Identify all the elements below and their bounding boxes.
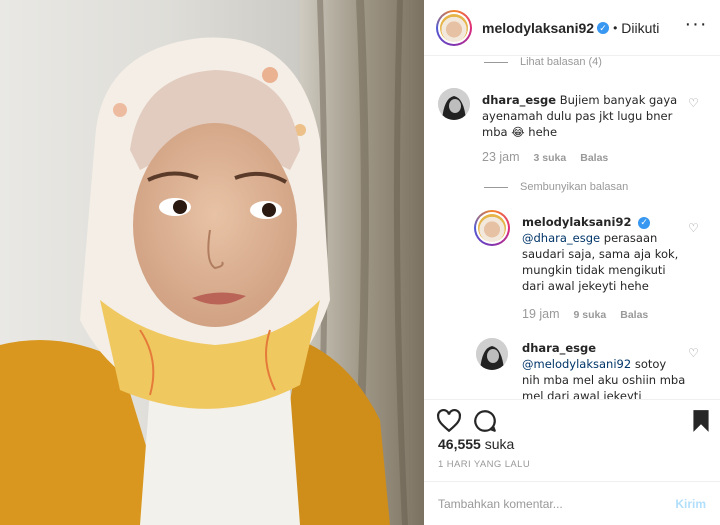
header-separator: •: [613, 20, 618, 35]
commenter-avatar[interactable]: [438, 88, 470, 120]
like-comment-heart-icon[interactable]: ♡: [688, 346, 699, 360]
bookmark-icon[interactable]: [688, 408, 714, 434]
reply-meta: 19 jam 9 suka Balas: [522, 307, 648, 321]
hide-replies-toggle[interactable]: Sembunyikan balasan: [484, 181, 628, 193]
reply-username[interactable]: melodylaksani92: [522, 215, 631, 229]
reply-button[interactable]: Balas: [620, 309, 648, 321]
action-bar: [424, 399, 720, 439]
likes-word: suka: [484, 436, 515, 452]
commenter-avatar[interactable]: [476, 338, 508, 370]
reply-likes[interactable]: 9 suka: [574, 309, 607, 321]
view-replies-toggle[interactable]: Lihat balasan (4): [484, 56, 602, 68]
follow-state-button[interactable]: Diikuti: [621, 20, 659, 36]
reply-text: dhara_esge @melodylaksani92 sotoy nih mb…: [522, 340, 686, 399]
reply-text: melodylaksani92 ✓ @dhara_esge perasaan s…: [522, 214, 686, 294]
post-comment-button[interactable]: Kirim: [675, 497, 706, 511]
comments-list[interactable]: Lihat balasan (4) dhara_esge Bujiem bany…: [424, 56, 720, 399]
likes-number: 46,555: [438, 436, 481, 452]
reply-age: 19 jam: [522, 307, 560, 321]
like-comment-heart-icon[interactable]: ♡: [688, 221, 699, 235]
mention-link[interactable]: @dhara_esge: [522, 231, 600, 245]
post-timestamp[interactable]: 1 HARI YANG LALU: [438, 459, 530, 470]
reply-button[interactable]: Balas: [580, 152, 608, 164]
verified-badge-icon: ✓: [597, 21, 610, 34]
post-header: melodylaksani92 ✓ • Diikuti ···: [424, 0, 720, 56]
post-photo[interactable]: [0, 0, 424, 525]
hide-replies-label: Sembunyikan balasan: [520, 181, 629, 193]
post-side-panel: melodylaksani92 ✓ • Diikuti ··· Lihat ba…: [424, 0, 720, 525]
likes-count[interactable]: 46,555 suka: [438, 436, 514, 452]
view-replies-label: Lihat balasan (4): [520, 56, 602, 68]
author-username[interactable]: melodylaksani92: [482, 20, 594, 36]
verified-badge-icon: ✓: [638, 217, 651, 229]
photo-illustration: [0, 0, 424, 525]
comment-text: dhara_esge Bujiem banyak gaya ayenamah d…: [482, 92, 682, 140]
comment-age: 23 jam: [482, 150, 520, 164]
comment-likes[interactable]: 3 suka: [534, 152, 567, 164]
author-avatar[interactable]: [436, 9, 472, 46]
mention-link[interactable]: @melodylaksani92: [522, 357, 631, 371]
like-comment-heart-icon[interactable]: ♡: [688, 96, 699, 110]
heart-icon[interactable]: [436, 408, 462, 434]
add-comment-bar: Kirim: [424, 481, 720, 525]
comment-icon[interactable]: [472, 408, 498, 434]
more-options-icon[interactable]: ···: [684, 14, 708, 38]
comment-username[interactable]: dhara_esge: [482, 93, 556, 107]
reply-username[interactable]: dhara_esge: [522, 341, 596, 355]
comment-input[interactable]: [438, 496, 676, 511]
comment-meta: 23 jam 3 suka Balas: [482, 150, 608, 164]
reply-author-avatar[interactable]: [474, 210, 510, 246]
